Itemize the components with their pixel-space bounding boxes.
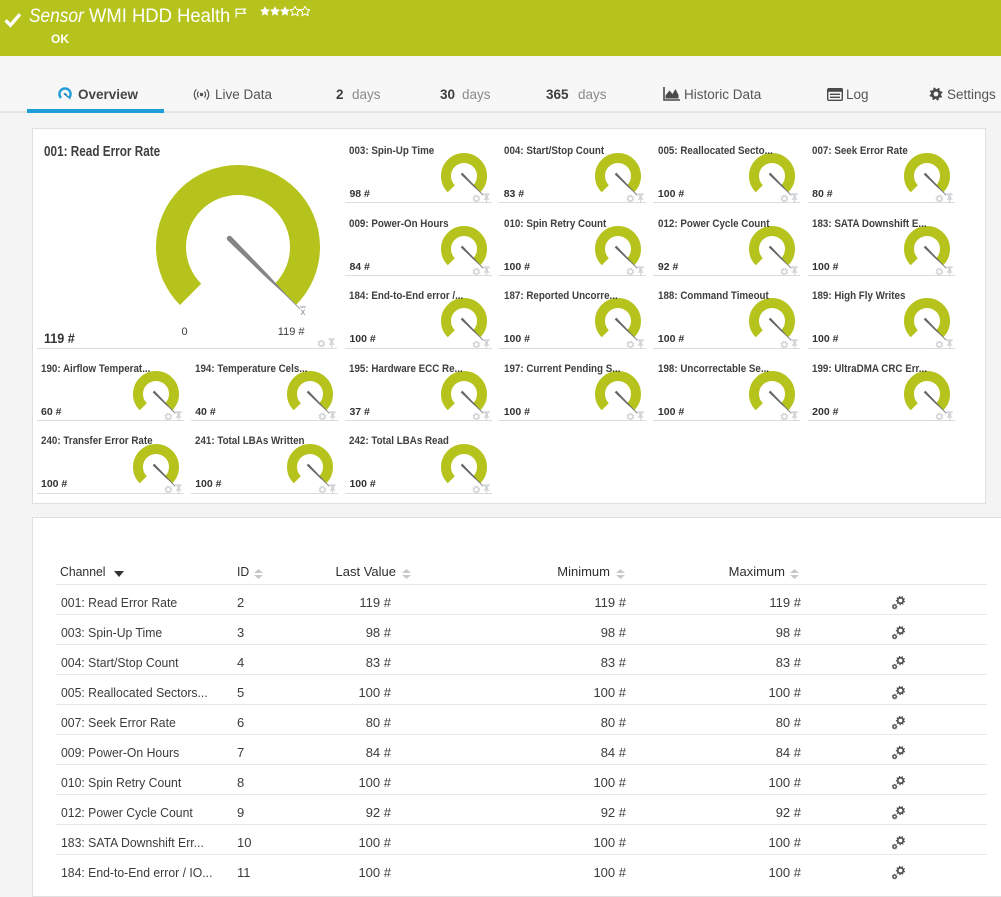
svg-text:x: x (300, 307, 305, 318)
